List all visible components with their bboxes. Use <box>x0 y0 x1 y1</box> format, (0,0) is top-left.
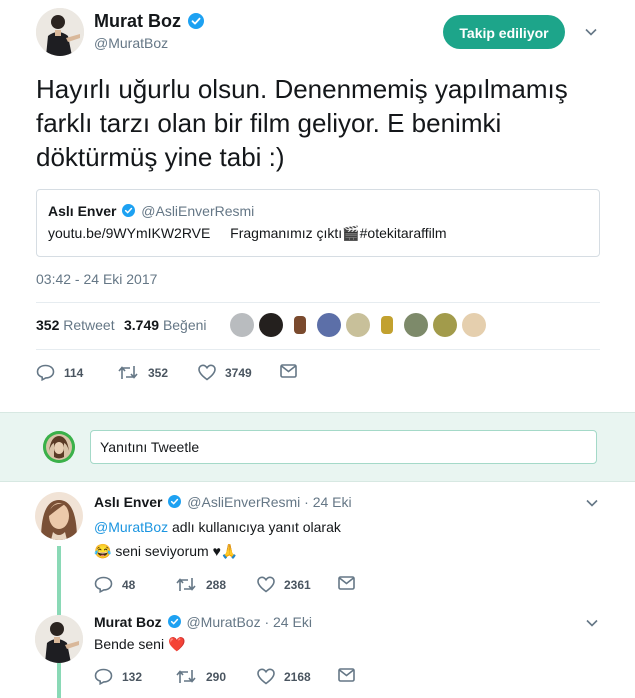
retweet-action[interactable]: 288 <box>175 576 226 593</box>
like-action[interactable]: 2361 <box>257 576 311 593</box>
tears-of-joy-emoji-icon: 😂 <box>94 543 112 559</box>
reply-header: Murat Boz @MuratBoz · 24 Eki <box>94 614 312 630</box>
reply-input[interactable] <box>90 430 597 464</box>
chevron-down-icon <box>585 28 597 36</box>
reply-action[interactable]: 114 <box>36 364 83 381</box>
like-action[interactable]: 2168 <box>257 668 311 685</box>
following-button[interactable]: Takip ediliyor <box>443 15 565 49</box>
liker-avatar[interactable] <box>375 313 399 337</box>
verified-icon <box>168 495 182 508</box>
reply-date[interactable]: · 24 Eki <box>264 614 311 630</box>
liker-avatar[interactable] <box>230 313 254 337</box>
liker-avatar[interactable] <box>462 313 486 337</box>
reply-avatar[interactable] <box>35 615 83 663</box>
reply-icon <box>94 576 113 593</box>
liker-avatar[interactable] <box>317 313 341 337</box>
quoted-author-handle[interactable]: @AsliEnverResmi <box>141 203 254 219</box>
like-icon <box>198 364 216 381</box>
tweet-options-chevron[interactable] <box>584 25 598 44</box>
author-handle[interactable]: @MuratBoz <box>94 35 168 51</box>
direct-message-action[interactable] <box>338 668 364 682</box>
retweet-stats[interactable]: 352 Retweet <box>36 317 115 333</box>
tweet-text: Hayırlı uğurlu olsun. Denenmemiş yapılma… <box>36 74 568 172</box>
liker-avatar[interactable] <box>404 313 428 337</box>
replying-to-mention[interactable]: @MuratBoz <box>94 519 168 535</box>
liker-avatar[interactable] <box>433 313 457 337</box>
reply-icon <box>36 364 55 381</box>
reply-author-handle[interactable]: @AsliEnverResmi <box>187 494 300 510</box>
red-heart-emoji-icon: ❤️ <box>167 636 186 652</box>
likers-avatars <box>230 313 486 337</box>
dm-icon <box>280 364 297 378</box>
retweet-action[interactable]: 290 <box>175 668 226 685</box>
verified-icon <box>122 204 136 217</box>
direct-message-action[interactable] <box>338 576 364 590</box>
like-icon <box>257 668 275 685</box>
quoted-hashtag[interactable]: #otekitaraffilm <box>360 225 447 241</box>
direct-message-action[interactable] <box>280 364 306 378</box>
retweet-action[interactable]: 352 <box>117 364 168 381</box>
quoted-text: Fragmanımız çıktı <box>230 225 343 241</box>
current-user-avatar[interactable] <box>43 431 75 463</box>
reply-author-name[interactable]: Murat Boz <box>94 614 162 630</box>
like-icon <box>257 576 275 593</box>
reply-author-name[interactable]: Aslı Enver <box>94 494 162 510</box>
liker-avatar[interactable] <box>259 313 283 337</box>
clapper-emoji-icon: 🎬 <box>342 225 360 241</box>
reply-header: Aslı Enver @AsliEnverResmi · 24 Eki <box>94 494 352 510</box>
reply-text: 😂 seni seviyorum ♥🙏 <box>94 543 239 559</box>
retweet-icon <box>118 366 138 379</box>
reply-action[interactable]: 132 <box>94 668 142 685</box>
reply-icon <box>94 668 113 685</box>
reply-date[interactable]: · 24 Eki <box>304 494 351 510</box>
quoted-tweet-card[interactable]: Aslı Enver @AsliEnverResmi youtu.be/9WYm… <box>36 189 600 257</box>
reply-action[interactable]: 48 <box>94 576 135 593</box>
chevron-down-icon <box>586 499 598 507</box>
verified-icon <box>188 13 205 29</box>
reply-options-chevron[interactable] <box>585 496 599 515</box>
replying-to: @MuratBoz adlı kullanıcıya yanıt olarak <box>94 519 341 535</box>
verified-icon <box>167 615 181 628</box>
liker-avatar[interactable] <box>346 313 370 337</box>
reply-author-handle[interactable]: @MuratBoz <box>186 614 260 630</box>
dm-icon <box>338 668 355 682</box>
reply-options-chevron[interactable] <box>585 616 599 635</box>
retweet-icon <box>176 578 196 591</box>
reply-text: Bende seni ❤️ <box>94 636 186 652</box>
author-name[interactable]: Murat Boz <box>94 11 205 32</box>
liker-avatar[interactable] <box>288 313 312 337</box>
retweet-icon <box>176 670 196 683</box>
like-action[interactable]: 3749 <box>198 364 252 381</box>
quoted-link[interactable]: youtu.be/9WYmIKW2RVE <box>48 225 210 241</box>
dm-icon <box>338 576 355 590</box>
author-avatar[interactable] <box>36 8 84 56</box>
chevron-down-icon <box>586 619 598 627</box>
like-stats[interactable]: 3.749 Beğeni <box>124 317 207 333</box>
divider <box>36 302 600 303</box>
reply-composer <box>0 412 635 482</box>
tweet-timestamp[interactable]: 03:42 - 24 Eki 2017 <box>36 271 157 287</box>
divider <box>36 349 600 350</box>
reply-avatar[interactable] <box>35 492 83 540</box>
quoted-author-name[interactable]: Aslı Enver <box>48 203 116 219</box>
